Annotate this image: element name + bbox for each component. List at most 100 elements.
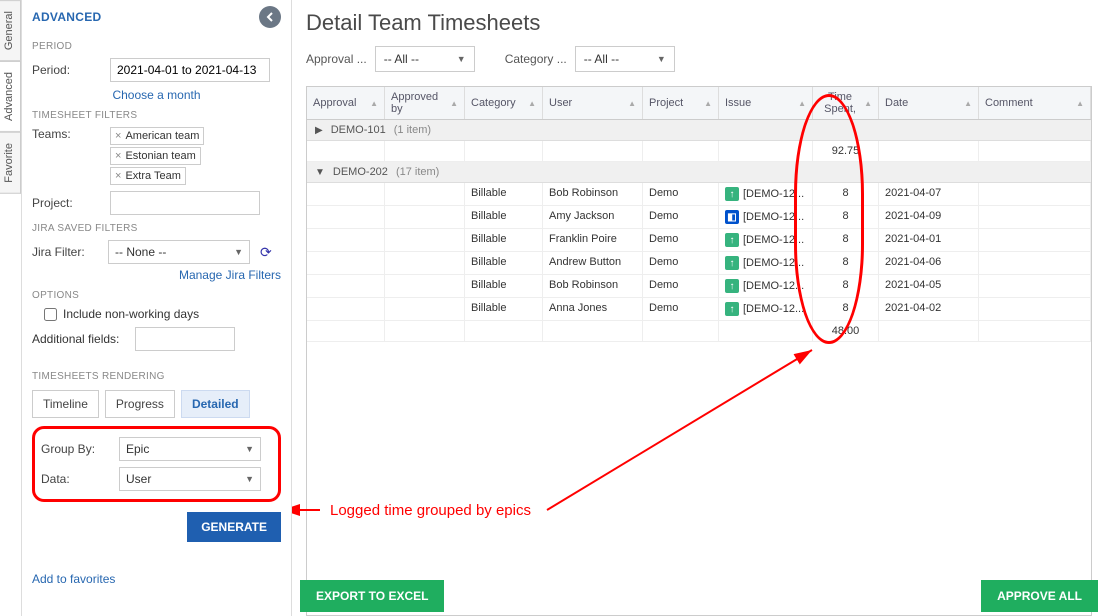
col-category[interactable]: Category▲	[465, 87, 543, 119]
cell-category: Billable	[465, 252, 543, 274]
jira-filter-select[interactable]: -- None -- ▼	[108, 240, 250, 264]
cell-time: 8	[813, 252, 879, 274]
group-count: (1 item)	[394, 124, 431, 136]
team-tag[interactable]: ×Estonian team	[110, 147, 201, 165]
issue-type-icon: ↑	[725, 279, 739, 293]
col-approvedby[interactable]: Approved by▲	[385, 87, 465, 119]
issue-type-icon: ↑	[725, 302, 739, 316]
remove-icon[interactable]: ×	[115, 150, 121, 162]
group-time-total: 92.75	[813, 141, 879, 161]
choose-month-link[interactable]: Choose a month	[112, 88, 200, 102]
team-tag[interactable]: ×American team	[110, 127, 204, 145]
col-approval[interactable]: Approval▲	[307, 87, 385, 119]
section-filters: TIMESHEET FILTERS	[32, 110, 281, 121]
issue-type-icon: ↑	[725, 233, 739, 247]
group-row[interactable]: ▶ DEMO-101 (1 item)	[307, 120, 1091, 141]
export-button[interactable]: EXPORT TO EXCEL	[300, 580, 444, 612]
approval-filter-select[interactable]: -- All --▼	[375, 46, 475, 72]
cell-date: 2021-04-09	[879, 206, 979, 228]
data-select[interactable]: User ▼	[119, 467, 261, 491]
render-timeline-button[interactable]: Timeline	[32, 390, 99, 418]
chevron-right-icon[interactable]: ▶	[315, 125, 323, 136]
cell-user: Andrew Button	[543, 252, 643, 274]
table-row[interactable]: BillableAmy JacksonDemo◧[DEMO-12...82021…	[307, 206, 1091, 229]
period-input[interactable]	[110, 58, 270, 82]
jira-label: Jira Filter:	[32, 245, 102, 259]
cell-date: 2021-04-01	[879, 229, 979, 251]
group-summary-row: 92.75	[307, 141, 1091, 162]
table-row[interactable]: BillableBob RobinsonDemo↑[DEMO-12...8202…	[307, 183, 1091, 206]
remove-icon[interactable]: ×	[115, 130, 121, 142]
back-icon[interactable]	[259, 6, 281, 28]
chevron-down-icon[interactable]: ▼	[315, 167, 325, 178]
cell-category: Billable	[465, 229, 543, 251]
group-row[interactable]: ▼ DEMO-202 (17 item)	[307, 162, 1091, 183]
render-progress-button[interactable]: Progress	[105, 390, 175, 418]
table-row[interactable]: BillableFranklin PoireDemo↑[DEMO-12...82…	[307, 229, 1091, 252]
cell-date: 2021-04-07	[879, 183, 979, 205]
cell-issue[interactable]: ↑[DEMO-12...	[719, 275, 813, 297]
refresh-icon[interactable]: ⟳	[260, 244, 272, 261]
cell-user: Anna Jones	[543, 298, 643, 320]
cell-issue[interactable]: ↑[DEMO-12...	[719, 229, 813, 251]
addfields-input[interactable]	[135, 327, 235, 351]
cell-category: Billable	[465, 206, 543, 228]
col-comment[interactable]: Comment▲	[979, 87, 1091, 119]
approve-all-button[interactable]: APPROVE ALL	[981, 580, 1098, 612]
cell-issue[interactable]: ↑[DEMO-12...	[719, 252, 813, 274]
groupby-select[interactable]: Epic ▼	[119, 437, 261, 461]
period-label: Period:	[32, 63, 102, 77]
team-tag[interactable]: ×Extra Team	[110, 167, 186, 185]
col-time[interactable]: Time Spent,▲	[813, 87, 879, 119]
section-rendering: TIMESHEETS RENDERING	[32, 371, 281, 382]
render-detailed-button[interactable]: Detailed	[181, 390, 250, 418]
generate-button[interactable]: GENERATE	[187, 512, 281, 542]
chevron-down-icon: ▼	[234, 247, 243, 257]
table-row[interactable]: BillableAndrew ButtonDemo↑[DEMO-12...820…	[307, 252, 1091, 275]
project-input[interactable]	[110, 191, 260, 215]
annotation-highlight-box: Group By: Epic ▼ Data: User ▼	[32, 426, 281, 502]
tab-general[interactable]: General	[0, 0, 21, 61]
cell-issue[interactable]: ↑[DEMO-12...	[719, 183, 813, 205]
remove-icon[interactable]: ×	[115, 170, 121, 182]
section-jira: JIRA SAVED FILTERS	[32, 223, 281, 234]
col-issue[interactable]: Issue▲	[719, 87, 813, 119]
chevron-down-icon: ▼	[657, 54, 666, 64]
data-label: Data:	[41, 472, 111, 486]
col-date[interactable]: Date▲	[879, 87, 979, 119]
cell-category: Billable	[465, 183, 543, 205]
cell-date: 2021-04-05	[879, 275, 979, 297]
cell-user: Franklin Poire	[543, 229, 643, 251]
category-filter-select[interactable]: -- All --▼	[575, 46, 675, 72]
sort-icon: ▲	[864, 99, 872, 108]
table-row[interactable]: BillableAnna JonesDemo↑[DEMO-12...82021-…	[307, 298, 1091, 321]
col-project[interactable]: Project▲	[643, 87, 719, 119]
project-label: Project:	[32, 196, 102, 210]
chevron-down-icon: ▼	[457, 54, 466, 64]
cell-date: 2021-04-06	[879, 252, 979, 274]
nonworking-label: Include non-working days	[63, 307, 199, 321]
cell-issue[interactable]: ↑[DEMO-12...	[719, 298, 813, 320]
sort-icon: ▲	[450, 99, 458, 108]
cell-project: Demo	[643, 206, 719, 228]
cell-time: 8	[813, 298, 879, 320]
cell-issue[interactable]: ◧[DEMO-12...	[719, 206, 813, 228]
category-filter-label: Category ...	[505, 52, 567, 66]
sort-icon: ▲	[704, 99, 712, 108]
add-favorites-link[interactable]: Add to favorites	[32, 572, 115, 586]
sort-icon: ▲	[1076, 99, 1084, 108]
cell-project: Demo	[643, 183, 719, 205]
tab-favorite[interactable]: Favorite	[0, 132, 21, 194]
tab-advanced[interactable]: Advanced	[0, 61, 21, 132]
col-user[interactable]: User▲	[543, 87, 643, 119]
group-total-row: 48.00	[307, 321, 1091, 342]
nonworking-checkbox[interactable]	[44, 308, 57, 321]
cell-time: 8	[813, 229, 879, 251]
section-options: OPTIONS	[32, 290, 281, 301]
cell-time: 8	[813, 206, 879, 228]
manage-filters-link[interactable]: Manage Jira Filters	[32, 268, 281, 282]
table-row[interactable]: BillableBob RobinsonDemo↑[DEMO-12...8202…	[307, 275, 1091, 298]
group-id: DEMO-202	[333, 166, 388, 178]
cell-time: 8	[813, 275, 879, 297]
sidebar-title: ADVANCED	[32, 10, 102, 24]
